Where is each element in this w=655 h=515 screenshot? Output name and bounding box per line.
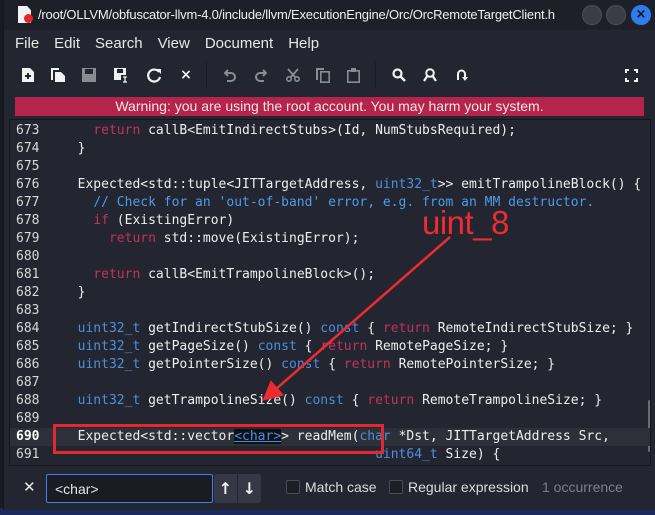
line-text: return std::move(ExistingError); <box>108 231 360 246</box>
line-number: 686 <box>16 357 40 372</box>
line-text: uint32_t getPageSize() const { return Re… <box>77 339 509 354</box>
line-number: 687 <box>16 375 40 390</box>
line-text: } <box>62 285 86 300</box>
annotation-label: uint_8 <box>422 204 509 241</box>
code-line[interactable]: 679 return std::move(ExistingError); <box>10 230 650 248</box>
annotation-highlight-box <box>53 424 384 454</box>
line-number: 673 <box>16 123 40 138</box>
code-line[interactable]: 681 return callB<EmitTrampolineBlock>(); <box>10 266 650 284</box>
find-previous-button[interactable]: ↑ <box>214 474 237 503</box>
code-line[interactable]: 678 if (ExistingError) <box>10 212 650 230</box>
code-line[interactable]: 674 } <box>10 140 650 158</box>
line-number: 679 <box>16 231 40 246</box>
code-line[interactable]: 673 return callB<EmitIndirectStubs>(Id, … <box>10 122 650 140</box>
find-replace-icon[interactable] <box>420 65 440 85</box>
find-input[interactable] <box>46 474 213 503</box>
line-number: 688 <box>16 393 40 408</box>
line-number: 682 <box>16 285 40 300</box>
menu-help[interactable]: Help <box>288 35 319 52</box>
line-number: 683 <box>16 303 40 318</box>
code-line[interactable]: 684 uint32_t getIndirectStubSize() const… <box>10 320 650 338</box>
window-title: /root/OLLVM/obfuscator-llvm-4.0/include/… <box>38 7 555 22</box>
line-text: // Check for an 'out-of-band' error, e.g… <box>93 195 595 210</box>
code-line[interactable]: 688 uint32_t getTrampolineSize() const {… <box>10 392 650 410</box>
code-line[interactable]: 686 uint32_t getPointerSize() const { re… <box>10 356 650 374</box>
menu-view[interactable]: View <box>158 35 190 52</box>
match-case-checkbox[interactable] <box>286 480 300 494</box>
fullscreen-icon[interactable] <box>621 65 641 85</box>
menu-document[interactable]: Document <box>205 35 273 52</box>
toolbar: × <box>4 60 655 90</box>
line-number: 675 <box>16 159 40 174</box>
line-number: 676 <box>16 177 40 192</box>
code-editor[interactable]: 673 return callB<EmitIndirectStubs>(Id, … <box>9 119 651 466</box>
reload-icon[interactable] <box>144 65 164 85</box>
code-line[interactable]: 677 // Check for an 'out-of-band' error,… <box>10 194 650 212</box>
copy-icon[interactable] <box>313 65 333 85</box>
line-text: uint32_t getPointerSize() const { return… <box>77 357 556 372</box>
menu-bar: File Edit Search View Document Help <box>4 30 655 56</box>
root-badge-icon <box>24 14 33 23</box>
save-as-icon[interactable] <box>111 65 131 85</box>
maximize-button[interactable] <box>606 5 626 25</box>
line-text: return callB<EmitIndirectStubs>(Id, NumS… <box>93 123 516 138</box>
line-text: uint32_t getIndirectStubSize() const { r… <box>77 321 634 336</box>
line-number: 674 <box>16 141 40 156</box>
close-document-icon[interactable]: × <box>176 65 196 85</box>
line-number: 691 <box>16 447 40 462</box>
undo-icon[interactable] <box>220 65 240 85</box>
line-text: Expected<std::tuple<JITTargetAddress, ui… <box>62 177 642 192</box>
regex-checkbox[interactable] <box>389 480 403 494</box>
line-number: 690 <box>16 429 40 444</box>
goto-line-icon[interactable] <box>451 65 471 85</box>
toolbar-separator <box>375 62 376 88</box>
code-line[interactable]: 675 <box>10 158 650 176</box>
line-text: uint32_t getTrampolineSize() const { ret… <box>77 393 603 408</box>
paste-icon[interactable] <box>343 65 363 85</box>
code-line[interactable]: 676 Expected<std::tuple<JITTargetAddress… <box>10 176 650 194</box>
code-line[interactable]: 683 <box>10 302 650 320</box>
regex-label[interactable]: Regular expression <box>408 479 529 495</box>
cut-icon[interactable] <box>283 65 303 85</box>
code-line[interactable]: 680 <box>10 248 650 266</box>
minimize-button[interactable] <box>582 5 602 25</box>
save-icon[interactable] <box>79 65 99 85</box>
line-number: 685 <box>16 339 40 354</box>
menu-search[interactable]: Search <box>95 35 143 52</box>
close-find-icon[interactable]: ✕ <box>23 478 36 496</box>
open-file-icon[interactable] <box>48 65 68 85</box>
line-text: } <box>62 141 86 156</box>
line-number: 681 <box>16 267 40 282</box>
title-bar: /root/OLLVM/obfuscator-llvm-4.0/include/… <box>4 0 655 30</box>
line-number: 678 <box>16 213 40 228</box>
menu-edit[interactable]: Edit <box>54 35 80 52</box>
new-document-icon[interactable] <box>18 65 38 85</box>
toolbar-separator <box>206 62 207 88</box>
code-line[interactable]: 682 } <box>10 284 650 302</box>
line-number: 680 <box>16 249 40 264</box>
line-number: 689 <box>16 411 40 426</box>
find-bar: ✕ ↑ ↓ Match case Regular expression 1 oc… <box>9 467 651 509</box>
find-next-button[interactable]: ↓ <box>238 474 261 503</box>
match-case-label[interactable]: Match case <box>305 479 377 495</box>
code-line[interactable]: 687 <box>10 374 650 392</box>
line-number: 684 <box>16 321 40 336</box>
redo-icon[interactable] <box>250 65 270 85</box>
find-icon[interactable] <box>389 65 409 85</box>
menu-file[interactable]: File <box>15 35 39 52</box>
line-text: return callB<EmitTrampolineBlock>(); <box>93 267 376 282</box>
root-warning-banner: Warning: you are using the root account.… <box>15 97 644 116</box>
line-text: if (ExistingError) <box>93 213 235 228</box>
occurrence-count: 1 occurrence <box>542 479 623 495</box>
line-number: 677 <box>16 195 40 210</box>
code-line[interactable]: 685 uint32_t getPageSize() const { retur… <box>10 338 650 356</box>
close-window-button[interactable]: × <box>631 5 651 25</box>
